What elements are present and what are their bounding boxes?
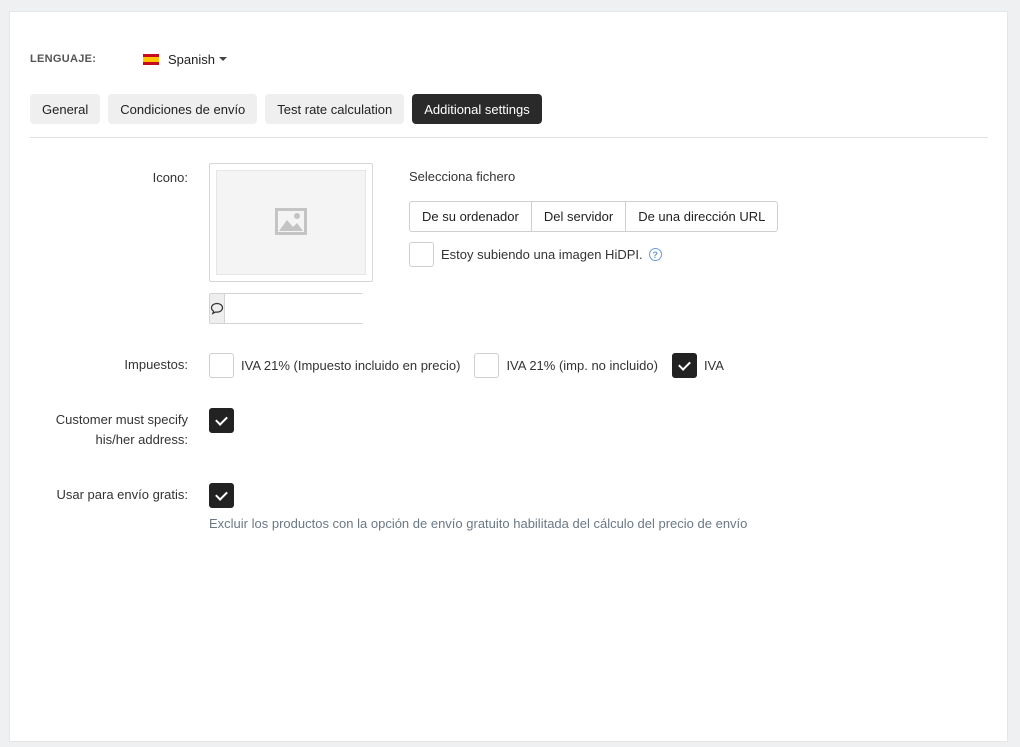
tax-iva-checkbox[interactable] — [671, 353, 697, 378]
language-label: LENGUAJE: — [30, 53, 97, 65]
settings-panel: LENGUAJE: Spanish General Condiciones de… — [9, 11, 1008, 742]
tax-option-label: IVA 21% (Impuesto incluido en precio) — [241, 358, 461, 373]
tab-test-rate-calculation[interactable]: Test rate calculation — [265, 94, 405, 124]
tab-shipping-conditions[interactable]: Condiciones de envío — [108, 94, 258, 124]
image-placeholder-icon — [275, 208, 307, 235]
hidpi-row: Estoy subiendo una imagen HiDPI. ? — [409, 242, 662, 267]
spain-flag-icon — [143, 53, 159, 65]
free-shipping-checkbox[interactable] — [209, 483, 234, 508]
from-server-button[interactable]: Del servidor — [530, 201, 627, 232]
file-source-buttons: De su ordenador Del servidor De una dire… — [409, 201, 779, 232]
chevron-down-icon — [218, 57, 227, 61]
tax-iva-21-excluded-checkbox[interactable] — [474, 353, 500, 378]
alt-text-input[interactable] — [225, 294, 413, 323]
select-file-title: Selecciona fichero — [409, 169, 516, 184]
free-shipping-label: Usar para envío gratis: — [56, 487, 188, 502]
from-url-button[interactable]: De una dirección URL — [625, 201, 779, 232]
alt-text-field — [209, 293, 413, 324]
free-shipping-hint: Excluir los productos con la opción de e… — [209, 516, 748, 531]
icon-field-label: Icono: — [152, 170, 188, 185]
hidpi-checkbox[interactable] — [409, 242, 434, 267]
language-selector-row: LENGUAJE: Spanish — [30, 51, 227, 67]
taxes-options: IVA 21% (Impuesto incluido en precio) IV… — [209, 353, 738, 378]
from-computer-button[interactable]: De su ordenador — [409, 201, 532, 232]
tax-option-label: IVA — [703, 358, 724, 373]
tab-additional-settings[interactable]: Additional settings — [412, 94, 542, 124]
customer-address-label: Customer must specify his/her address: — [55, 412, 188, 447]
comment-icon — [210, 294, 225, 323]
tab-general[interactable]: General — [30, 94, 101, 124]
tax-iva-21-included-checkbox[interactable] — [209, 353, 234, 378]
language-value: Spanish — [168, 51, 215, 67]
hidpi-label: Estoy subiendo una imagen HiDPI. — [441, 247, 643, 262]
language-dropdown[interactable]: Spanish — [143, 52, 227, 67]
tax-option-label: IVA 21% (imp. no incluido) — [506, 358, 658, 373]
tab-divider — [30, 137, 988, 138]
image-preview — [209, 163, 373, 282]
customer-address-checkbox[interactable] — [209, 408, 234, 433]
help-icon[interactable]: ? — [648, 248, 662, 261]
tab-bar: General Condiciones de envío Test rate c… — [30, 94, 542, 124]
taxes-label: Impuestos: — [124, 357, 188, 372]
